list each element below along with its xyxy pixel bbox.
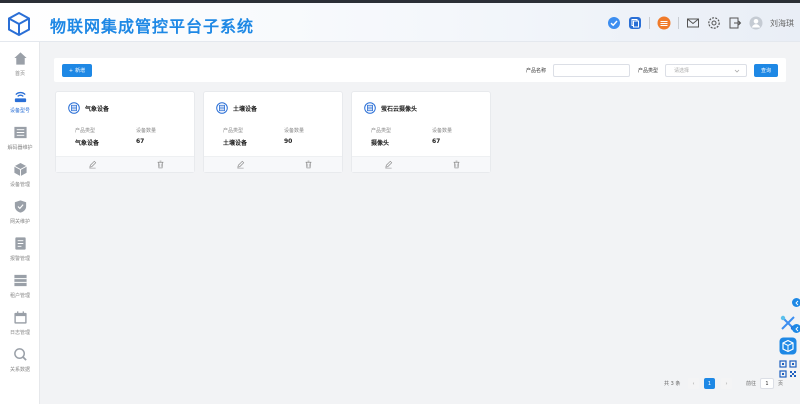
sidebar-item-device-model[interactable]: 设备型号 [0, 85, 40, 121]
copy-app-icon[interactable] [628, 16, 642, 30]
product-type-value: 气象设备 [75, 140, 100, 147]
username[interactable]: 刘海琪 [770, 18, 794, 29]
sidebar-item-decoder[interactable]: 解码器维护 [0, 122, 40, 158]
sidebar-item-log[interactable]: 日志管理 [0, 307, 40, 343]
device-count-label: 设备数量 [284, 128, 305, 134]
sidebar-item-label: 首页 [14, 71, 25, 77]
cube-icon [13, 162, 27, 177]
sidebar-item-relation-data[interactable]: 关系数据 [0, 344, 40, 380]
sidebar-item-gateway[interactable]: 网关维护 [0, 196, 40, 232]
pagination-next-button[interactable]: › [721, 378, 732, 389]
float-expand-tab-icon[interactable] [792, 324, 800, 333]
sidebar-item-tenant[interactable]: 租户管理 [0, 270, 40, 306]
add-button[interactable]: + 新增 [62, 64, 92, 77]
query-button[interactable]: 查询 [754, 64, 778, 77]
header-divider [678, 17, 679, 29]
plus-icon: + [68, 67, 74, 74]
pagination-page-current[interactable]: 1 [704, 378, 715, 389]
chevron-down-icon [734, 69, 740, 73]
sidebar-item-label: 网关维护 [9, 219, 30, 225]
header-actions: 刘海琪 [607, 14, 794, 32]
product-card-title: 萤石云摄像头 [381, 106, 418, 113]
edit-icon[interactable] [88, 160, 97, 169]
header-divider [649, 17, 650, 29]
settings-gear-icon[interactable] [707, 16, 721, 30]
sidebar-item-label: 日志管理 [9, 330, 30, 336]
filter-toolbar: + 新增 产品名称 产品类型 请选择 查询 [54, 58, 786, 82]
device-count-label: 设备数量 [136, 128, 157, 134]
product-list-icon [364, 102, 376, 114]
float-collapse-tab-icon[interactable] [792, 298, 800, 307]
user-avatar-icon[interactable] [749, 16, 763, 30]
product-type-label: 产品类型 [371, 128, 392, 134]
product-type-select[interactable]: 请选择 [665, 64, 747, 77]
delete-icon[interactable] [156, 160, 165, 169]
logo-cube-icon[interactable] [6, 11, 32, 37]
alarm-doc-icon [14, 237, 26, 250]
product-type-value: 摄像头 [371, 140, 390, 147]
tenant-list-icon [13, 274, 27, 287]
device-count-value: 67 [136, 138, 145, 145]
card-actions [56, 156, 194, 172]
product-type-label: 产品类型 [638, 68, 659, 74]
product-list-icon [216, 102, 228, 114]
product-type-label: 产品类型 [223, 128, 244, 134]
sidebar-item-label: 关系数据 [9, 367, 30, 373]
product-card-title: 气象设备 [85, 106, 110, 113]
logout-icon[interactable] [728, 16, 742, 30]
card-actions [204, 156, 342, 172]
edit-icon[interactable] [384, 160, 393, 169]
relation-icon [13, 348, 27, 361]
device-count-value: 90 [284, 138, 293, 145]
product-card[interactable]: 萤石云摄像头 产品类型 设备数量 摄像头 67 [351, 91, 491, 173]
product-type-value: 土壤设备 [223, 140, 248, 147]
qr-code-icon[interactable] [779, 360, 797, 378]
product-type-placeholder: 请选择 [674, 68, 690, 74]
sidebar-item-label: 解码器维护 [7, 145, 33, 151]
product-card[interactable]: 土壤设备 产品类型 设备数量 土壤设备 90 [203, 91, 343, 173]
sidebar-item-label: 设备管理 [9, 182, 30, 188]
float-cube-app-icon[interactable] [779, 337, 797, 355]
pagination-goto-label: 前往 [746, 381, 757, 387]
product-card[interactable]: 气象设备 产品类型 设备数量 气象设备 67 [55, 91, 195, 173]
product-list-icon [68, 102, 80, 114]
router-icon [14, 92, 26, 103]
pagination-goto-input[interactable]: 1 [760, 378, 774, 389]
product-card-title: 土壤设备 [233, 106, 258, 113]
calendar-icon [13, 311, 27, 324]
device-count-label: 设备数量 [432, 128, 453, 134]
delete-icon[interactable] [452, 160, 461, 169]
sidebar-item-label: 报警管理 [9, 256, 30, 262]
app-header: 物联网集成管控平台子系统 刘海琪 [0, 3, 800, 42]
stack-app-icon[interactable] [657, 16, 671, 30]
pagination-prev-button[interactable]: ‹ [688, 378, 699, 389]
sidebar: 首页 设备型号 解码器维护 设备管理 网关维护 报警管理 租户管理 日志管理 关… [0, 42, 40, 404]
sidebar-item-device-management[interactable]: 设备管理 [0, 159, 40, 195]
pagination-page-suffix: 页 [778, 381, 784, 387]
shield-icon [14, 200, 26, 213]
product-type-label: 产品类型 [75, 128, 96, 134]
device-count-value: 67 [432, 138, 441, 145]
sidebar-item-label: 设备型号 [9, 108, 30, 114]
home-icon [13, 52, 27, 65]
delete-icon[interactable] [304, 160, 313, 169]
sidebar-item-alarm[interactable]: 报警管理 [0, 233, 40, 269]
add-button-label: 新增 [75, 68, 86, 74]
product-name-label: 产品名称 [526, 68, 547, 74]
app-title: 物联网集成管控平台子系统 [50, 17, 255, 36]
verified-check-icon[interactable] [607, 16, 621, 30]
card-actions [352, 156, 490, 172]
mail-icon[interactable] [686, 16, 700, 30]
decoder-icon [13, 126, 27, 139]
sidebar-item-home[interactable]: 首页 [0, 48, 40, 84]
edit-icon[interactable] [236, 160, 245, 169]
product-name-input[interactable] [553, 64, 630, 77]
sidebar-item-label: 租户管理 [9, 293, 30, 299]
pagination-total: 共 3 条 [664, 381, 681, 387]
